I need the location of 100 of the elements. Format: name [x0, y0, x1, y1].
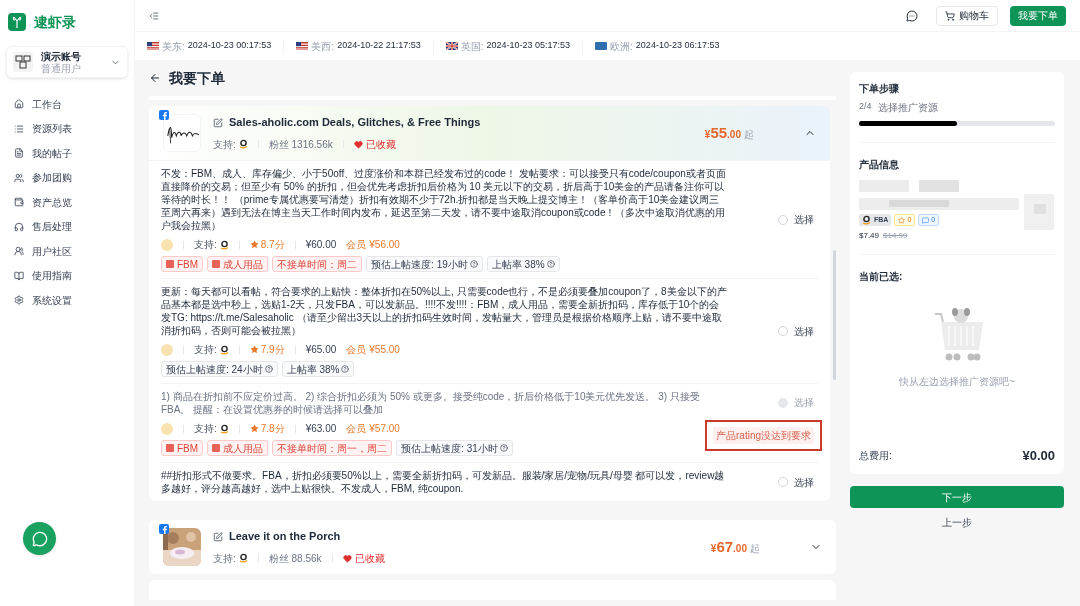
people-icon — [14, 246, 24, 257]
offer-description: 更新：每天都可以看帖，符合要求的上贴快：整体折扣在50%以上, 只需要code也行，不是必须要叠加coupon了，8美金以下的产品基本都是选中秒上，选贴1-2天，只发FBA，可以发新品。!!!!不发!!!!：FBM，成人用品，需要全新折扣码，库存低于10个的会发TG: https://t.me/Salesaholic （请至少留出3天以上的折扣码生效时间，发帖量大，管理员是根据价格顺序上贴，请不要中途取消折扣码，否则可能会被拉黑） — [161, 285, 728, 337]
support-label: 支持: — [213, 137, 236, 152]
region-label: 美东: — [162, 39, 185, 54]
account-switcher[interactable]: 演示账号 普通用户 — [6, 46, 128, 78]
help-icon — [546, 260, 555, 268]
offer-description: 不发：FBM、成人、库存偏少、小于50off、过度涨价和本群已经发布过的code！ 发帖要求：可以接受只有code/coupon或者页面直接降价的交易；但至少有 50% 的折扣，但会优先考虑折扣后价格为 10 美元以下的交易，折后高于10美金的产品请备注你可以等待的时长！！ （prime专属优惠要写清楚）折扣有效期不少于72h.折扣都是当天晚上提交博主！（客单价高于10美金建议周三至周六再来）遇到无法在博主当天工作时间内发布，延迟至第二天发，请不要中途取消coupon或code！（多次中途取消优惠的用户我会拉黑） — [161, 167, 727, 232]
people-icon — [14, 172, 24, 183]
empty-message: 快从左边选择推广资源吧~ — [899, 375, 1015, 389]
member-price: ¥57.00 — [369, 422, 400, 436]
nav-item[interactable]: 系统设置 — [0, 288, 134, 313]
cart-button[interactable]: 购物车 — [936, 5, 998, 26]
original-price: $14.99 — [883, 230, 908, 242]
star-icon — [249, 424, 259, 433]
smile-logo-icon — [219, 423, 229, 434]
chat-icon — [31, 530, 48, 547]
price-currency: ¥ — [710, 541, 717, 556]
tag-text: 预估上帖速度: 19小时 — [371, 257, 468, 272]
scrollbar[interactable] — [833, 250, 836, 380]
wallet-icon — [14, 197, 24, 208]
eu-flag-icon — [595, 42, 608, 50]
edit-icon[interactable] — [213, 117, 223, 128]
help-icon — [264, 365, 273, 373]
price-amount: 55 — [710, 122, 728, 143]
nav-item[interactable]: 售后处理 — [0, 214, 134, 239]
selection-title: 当前已选: — [859, 270, 904, 284]
nav-item[interactable]: 工作台 — [0, 92, 134, 117]
tag-icon — [166, 260, 174, 268]
rating: 7.8分 — [260, 422, 285, 436]
nav-item[interactable]: 资源列表 — [0, 116, 134, 141]
us-flag-icon — [147, 42, 159, 50]
uk-flag-icon — [445, 42, 458, 50]
member-price: ¥56.00 — [369, 238, 400, 252]
heart-icon[interactable] — [342, 553, 352, 563]
region-time: 2024-10-23 00:17:53 — [187, 39, 272, 53]
tag-text: 成人用品 — [223, 441, 264, 456]
smile-logo-icon — [862, 215, 871, 225]
document-icon — [14, 148, 24, 159]
message-icon — [906, 9, 918, 22]
nav-item[interactable]: 资产总览 — [0, 190, 134, 215]
book-icon — [14, 270, 24, 281]
nav-item[interactable]: 使用指南 — [0, 263, 134, 288]
tag-text: FBM — [177, 257, 199, 272]
avatar-icon — [13, 52, 33, 72]
tag-text: 预估上帖速度: 24小时 — [166, 362, 263, 377]
select-label: 选择 — [794, 396, 814, 410]
total-label: 总费用: — [859, 448, 892, 463]
avatar-icon — [161, 422, 173, 435]
avatar-icon — [161, 343, 173, 356]
product-price: $7.49 — [859, 230, 880, 242]
support-label: 支持: — [194, 238, 217, 252]
menu-icon[interactable] — [149, 10, 159, 21]
price: ¥60.00 — [305, 238, 337, 252]
next-step-button[interactable]: 下一步 — [850, 486, 1064, 508]
tag: 不接单时间：周一，周二 — [272, 440, 393, 456]
followers-count: 粉丝 1316.56k — [268, 137, 333, 152]
tag-icon — [212, 260, 221, 268]
channel-name[interactable]: Sales-aholic.com Deals, Glitches, & Free Things — [229, 114, 481, 131]
nav-item[interactable]: 用户社区 — [0, 239, 134, 264]
smile-logo-icon — [238, 139, 248, 150]
select-radio[interactable] — [778, 477, 788, 487]
page-title: 我要下单 — [169, 68, 225, 88]
chat-button[interactable] — [23, 522, 56, 555]
member-label: 会员 — [346, 238, 367, 252]
followers-count: 粉丝 88.56k — [268, 551, 322, 566]
price-currency: ¥ — [704, 127, 711, 142]
rating: 7.9分 — [260, 343, 285, 357]
tag-text: FBM — [177, 441, 199, 456]
previous-step-button[interactable]: 上一步 — [850, 514, 1064, 530]
product-title: 产品信息 — [859, 158, 900, 172]
place-order-button[interactable]: 我要下单 — [1010, 5, 1066, 26]
member-label: 会员 — [346, 343, 367, 357]
select-label: 选择 — [794, 475, 814, 490]
tag-icon — [166, 444, 174, 452]
tag-text: 上帖率 38% — [286, 362, 340, 377]
support-label: 支持: — [194, 343, 217, 357]
price-suffix: 起 — [750, 541, 760, 556]
back-arrow-icon[interactable] — [149, 72, 161, 84]
nav-item[interactable]: 我的帖子 — [0, 141, 134, 166]
region-label: 美西: — [311, 39, 335, 54]
select-radio[interactable] — [778, 326, 788, 336]
app-name: 逮虾录 — [34, 12, 76, 32]
help-icon — [469, 260, 478, 268]
list-icon — [14, 123, 24, 134]
account-role: 普通用户 — [41, 62, 82, 74]
comment-icon — [922, 216, 930, 224]
price: ¥63.00 — [305, 422, 337, 436]
select-radio[interactable] — [778, 214, 788, 225]
select-label: 选择 — [794, 324, 814, 339]
channel-name[interactable]: Leave it on the Porch — [229, 528, 341, 545]
region-label: 英国: — [460, 39, 484, 54]
nav-item[interactable]: 参加团购 — [0, 165, 134, 190]
edit-icon[interactable] — [213, 531, 223, 542]
facebook-badge-icon — [159, 110, 169, 120]
steps-title: 下单步骤 — [859, 82, 900, 96]
logo-icon — [8, 13, 26, 31]
heart-icon[interactable] — [353, 139, 363, 149]
price-amount: 67 — [716, 536, 734, 557]
support-label: 支持: — [213, 551, 236, 566]
rating: 8.7分 — [260, 238, 285, 252]
